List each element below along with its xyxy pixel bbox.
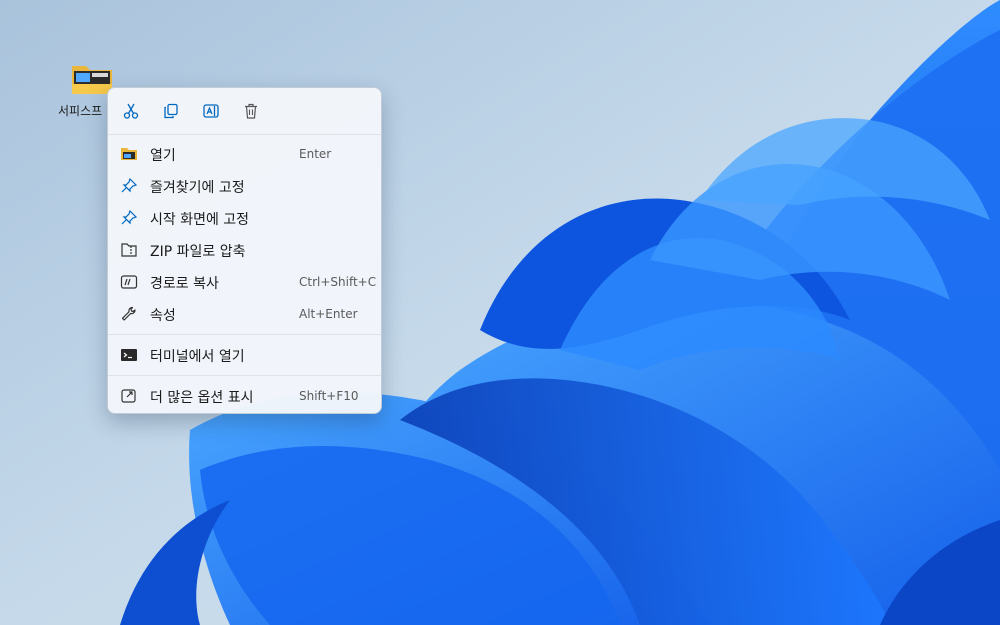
menu-item-shortcut: Ctrl+Shift+C (299, 275, 377, 289)
menu-item-label: 속성 (150, 308, 176, 324)
menu-item-label: 시작 화면에 고정 (150, 212, 250, 228)
menu-item-shortcut: Alt+Enter (299, 307, 358, 321)
menu-item-show-more-options[interactable]: 더 많은 옵션 표시 Shift+F10 (112, 380, 377, 412)
menu-item-shortcut: Shift+F10 (299, 389, 359, 403)
menu-item-label: 열기 (150, 148, 176, 164)
menu-item-copy-path[interactable]: 경로로 복사 Ctrl+Shift+C (112, 266, 377, 298)
rename-icon (203, 104, 219, 118)
pin-icon (121, 210, 138, 225)
menu-item-label: 경로로 복사 (150, 276, 219, 292)
menu-item-pin-quick-access[interactable]: 즐겨찾기에 고정 (112, 170, 377, 202)
menu-separator (108, 334, 381, 335)
menu-item-open[interactable]: 열기 Enter (112, 138, 377, 170)
copy-path-icon (120, 275, 138, 289)
context-menu-toolbar (108, 88, 381, 134)
menu-item-label: 더 많은 옵션 표시 (150, 390, 254, 406)
rename-button[interactable] (196, 97, 226, 125)
menu-item-label: 터미널에서 열기 (150, 349, 245, 365)
delete-icon (245, 103, 257, 119)
menu-item-label: 즐겨찾기에 고정 (150, 180, 245, 196)
menu-separator (108, 134, 381, 135)
wrench-icon (121, 306, 136, 321)
menu-item-pin-start[interactable]: 시작 화면에 고정 (112, 202, 377, 234)
menu-item-compress-zip[interactable]: ZIP 파일로 압축 (112, 234, 377, 266)
cut-icon (123, 103, 139, 119)
pin-icon (121, 178, 138, 193)
copy-button[interactable] (156, 97, 186, 125)
menu-item-open-terminal[interactable]: 터미널에서 열기 (112, 339, 377, 371)
cut-button[interactable] (116, 97, 146, 125)
menu-item-properties[interactable]: 속성 Alt+Enter (112, 298, 377, 330)
menu-separator (108, 375, 381, 376)
terminal-icon (121, 349, 137, 361)
zip-icon (121, 243, 137, 257)
menu-item-shortcut: Enter (299, 147, 332, 161)
context-menu: 열기 Enter 즐겨찾기에 고정 시작 화면에 고정 ZIP 파일로 압축 경… (107, 87, 382, 414)
copy-icon (164, 103, 178, 119)
folder-icon (121, 148, 137, 160)
delete-button[interactable] (236, 97, 266, 125)
open-external-icon (121, 389, 136, 403)
menu-item-label: ZIP 파일로 압축 (150, 244, 246, 260)
